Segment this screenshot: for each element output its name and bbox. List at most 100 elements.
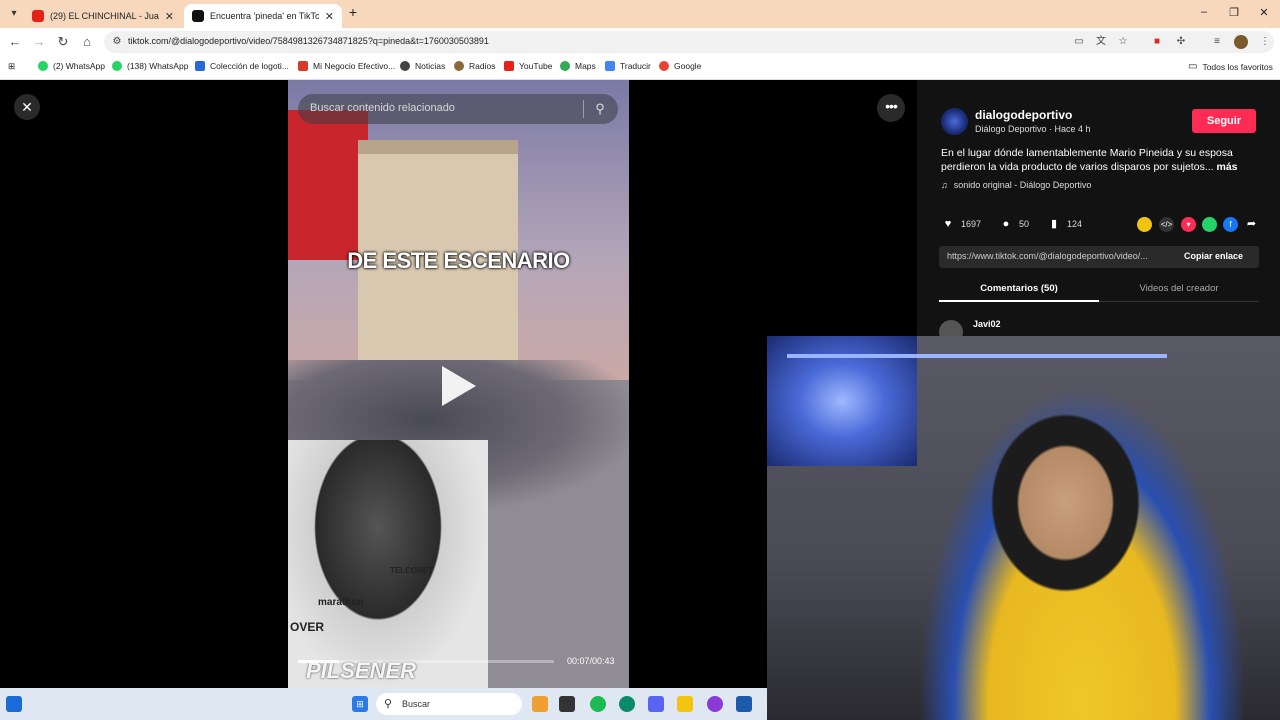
site-info-icon[interactable]: ⚙ <box>110 35 124 49</box>
bookmark-radios[interactable]: Radios <box>454 61 495 71</box>
like-button[interactable]: ♥ 1697 <box>941 217 981 231</box>
google-icon <box>659 61 669 71</box>
play-icon[interactable] <box>442 366 476 406</box>
tab-youtube[interactable]: (29) EL CHINCHINAL - Juanita ✕ <box>24 4 182 28</box>
whatsapp-icon <box>112 61 122 71</box>
send-icon[interactable]: ▾ <box>1181 217 1196 232</box>
back-arrow-icon[interactable]: ← <box>6 33 24 51</box>
windows-start-icon[interactable]: ⊞ <box>352 696 368 712</box>
save-button[interactable]: ▮ 124 <box>1047 217 1082 231</box>
comment-username[interactable]: Javi02 <box>973 319 1001 329</box>
extension-icon[interactable]: ■ <box>1150 35 1164 49</box>
tab-creator-videos[interactable]: Videos del creador <box>1099 283 1259 294</box>
sound-text: sonido original - Diálogo Deportivo <box>953 180 1092 190</box>
taskbar-search-label: Buscar <box>402 699 431 709</box>
webcam-overlay <box>767 336 1280 720</box>
close-tab-icon[interactable]: ✕ <box>165 10 174 23</box>
engagement-bar: ♥ 1697 ● 50 ▮ 124 </> ▾ f ➦ <box>941 217 1261 233</box>
bookmark-traducir[interactable]: Traducir <box>605 61 651 71</box>
app-icon[interactable] <box>707 696 723 712</box>
bookmark-google[interactable]: Google <box>659 61 701 71</box>
embed-icon[interactable]: </> <box>1159 217 1174 232</box>
more-link[interactable]: más <box>1217 161 1238 173</box>
video-time: 00:07/00:43 <box>567 656 615 666</box>
reload-icon[interactable]: ↻ <box>54 33 72 51</box>
sound-link[interactable]: ♫ sonido original - Diálogo Deportivo <box>941 180 1091 190</box>
bookmark-noticias[interactable]: Noticias <box>400 61 445 71</box>
translate-icon <box>605 61 615 71</box>
close-tab-icon[interactable]: ✕ <box>325 10 334 23</box>
creator-avatar[interactable] <box>941 108 968 135</box>
copilot-icon[interactable] <box>532 696 548 712</box>
taskbar-search[interactable]: ⚲ Buscar <box>376 693 522 715</box>
minimize-button[interactable]: – <box>1194 6 1214 18</box>
bookmark-label: Maps <box>575 61 596 71</box>
bookmark-star-icon[interactable]: ☆ <box>1116 35 1130 49</box>
browser-toolbar: ← → ↻ ⌂ ⚙ tiktok.com/@dialogodeportivo/v… <box>0 28 1280 56</box>
menu-kebab-icon[interactable]: ⋮ <box>1258 35 1272 49</box>
extensions-puzzle-icon[interactable]: ✣ <box>1174 35 1188 49</box>
youtube-favicon-icon <box>32 10 44 22</box>
bookmark-maps[interactable]: Maps <box>560 61 596 71</box>
tab-title: (29) EL CHINCHINAL - Juanita <box>50 11 159 21</box>
search-icon: ⚲ <box>384 698 393 710</box>
radio-icon <box>454 61 464 71</box>
copy-link-button[interactable]: Copiar enlace <box>1184 251 1243 261</box>
media-control-icon[interactable]: ≡ <box>1210 35 1224 49</box>
home-icon[interactable]: ⌂ <box>78 33 96 51</box>
all-bookmarks-button[interactable]: ▭ Todos los favoritos <box>1188 61 1273 72</box>
follow-button[interactable]: Seguir <box>1192 109 1256 133</box>
bookmark-logos[interactable]: Colección de logoti... <box>195 61 289 71</box>
translate-icon[interactable]: 文 <box>1094 35 1108 49</box>
install-icon[interactable]: ▭ <box>1072 35 1086 49</box>
new-tab-button[interactable]: + <box>343 4 363 20</box>
apps-grid-icon[interactable]: ⊞ <box>8 61 15 72</box>
close-viewer-button[interactable]: ✕ <box>14 94 40 120</box>
description-text: En el lugar dónde lamentablemente Mario … <box>941 147 1233 173</box>
bookmark-negocio[interactable]: Mi Negocio Efectivo... <box>298 61 395 71</box>
edge-icon[interactable] <box>619 696 635 712</box>
file-explorer-icon[interactable] <box>677 696 693 712</box>
discord-icon[interactable] <box>648 696 664 712</box>
globe-icon <box>400 61 410 71</box>
bookmark-label: Todos los favoritos <box>1202 61 1273 72</box>
video-player[interactable]: marathon TELCONET OVER PILSENER Buscar c… <box>288 80 629 688</box>
share-arrow-icon[interactable]: ➦ <box>1244 217 1259 232</box>
tab-tiktok[interactable]: Encuentra 'pineda' en TikTok | B ✕ <box>184 4 342 28</box>
address-bar[interactable]: ⚙ tiktok.com/@dialogodeportivo/video/758… <box>104 31 1274 53</box>
comment-button[interactable]: ● 50 <box>999 217 1029 231</box>
close-window-button[interactable]: ✕ <box>1254 6 1274 19</box>
bookmark-youtube[interactable]: YouTube <box>504 61 552 71</box>
music-note-icon: ♫ <box>941 180 948 190</box>
post-info-panel: dialogodeportivo Diálogo Deportivo · Hac… <box>917 80 1280 344</box>
whatsapp-share-icon[interactable] <box>1202 217 1217 232</box>
widgets-icon[interactable] <box>6 696 22 712</box>
whatsapp-icon <box>38 61 48 71</box>
forward-arrow-icon[interactable]: → <box>30 33 48 51</box>
task-view-icon[interactable] <box>559 696 575 712</box>
comment-count: 50 <box>1019 219 1030 229</box>
bookmark-label: (2) WhatsApp <box>53 61 105 71</box>
share-link-text[interactable]: https://www.tiktok.com/@dialogodeportivo… <box>947 251 1175 261</box>
progress-fill <box>298 660 339 663</box>
more-options-icon[interactable]: ••• <box>877 94 905 122</box>
bookmark-label: Mi Negocio Efectivo... <box>313 61 396 71</box>
profile-avatar-icon[interactable] <box>1234 35 1248 49</box>
bookmark-whatsapp-2[interactable]: (2) WhatsApp <box>38 61 105 71</box>
tab-search-chevron-icon[interactable]: ▾ <box>6 6 22 22</box>
creator-username[interactable]: dialogodeportivo <box>975 108 1072 122</box>
facebook-share-icon[interactable]: f <box>1223 217 1238 232</box>
store-icon[interactable] <box>736 696 752 712</box>
video-progress-bar[interactable] <box>298 660 554 663</box>
spotify-icon[interactable] <box>590 696 606 712</box>
restore-button[interactable]: ❐ <box>1224 6 1244 19</box>
bookmarks-bar: ⊞ (2) WhatsApp (138) WhatsApp Colección … <box>0 56 1280 80</box>
browser-tab-strip: ▾ (29) EL CHINCHINAL - Juanita ✕ Encuent… <box>0 0 1280 28</box>
bookmark-whatsapp-138[interactable]: (138) WhatsApp <box>112 61 188 71</box>
tab-comments[interactable]: Comentarios (50) <box>939 283 1099 294</box>
video-caption: DE ESTE ESCENARIO <box>347 248 570 273</box>
search-icon[interactable]: ⚲ <box>592 101 608 117</box>
related-search-input[interactable]: Buscar contenido relacionado ⚲ <box>298 94 618 124</box>
url-text: tiktok.com/@dialogodeportivo/video/75849… <box>128 36 489 46</box>
coin-icon[interactable] <box>1137 217 1152 232</box>
